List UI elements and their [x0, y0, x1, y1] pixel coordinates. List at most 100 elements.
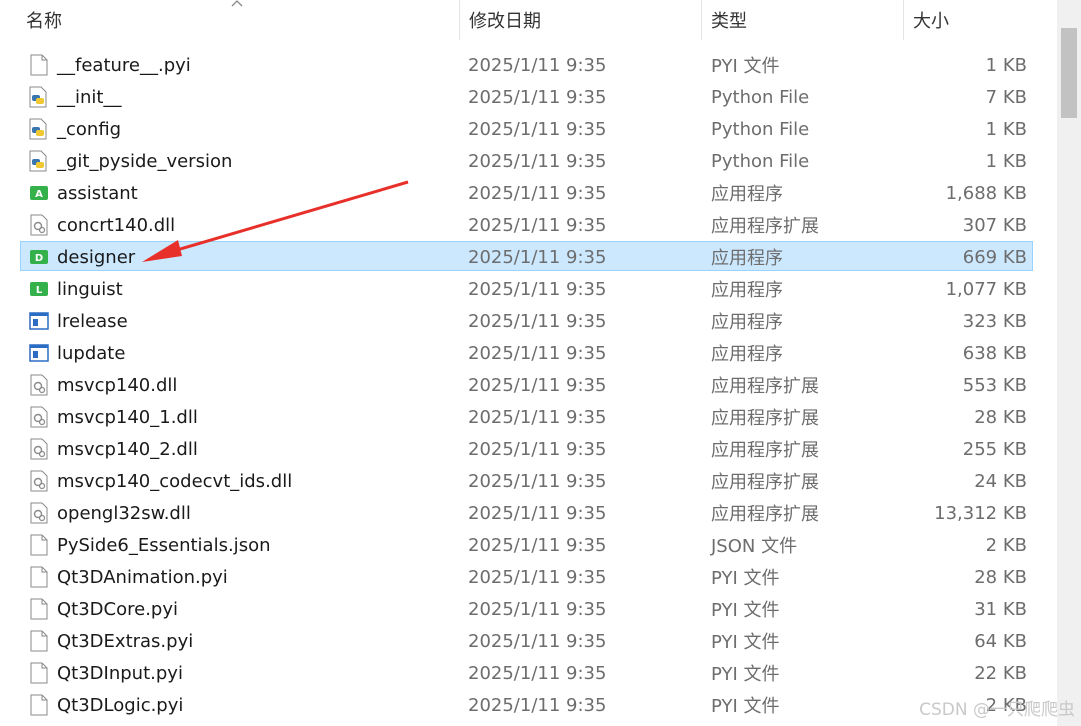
file-row[interactable]: Qt3DExtras.pyi 2025/1/11 9:35 PYI 文件 64 KB	[0, 625, 1040, 657]
python-icon	[28, 81, 50, 113]
file-date: 2025/1/11 9:35	[468, 470, 607, 492]
file-type: PYI 文件	[711, 568, 780, 589]
file-date: 2025/1/11 9:35	[468, 438, 607, 460]
file-name: Qt3DLogic.pyi	[57, 694, 184, 716]
file-size: 28 KB	[974, 406, 1027, 428]
file-type: 应用程序扩展	[711, 216, 819, 237]
file-type: PYI 文件	[711, 696, 780, 717]
header-type[interactable]: 类型	[711, 0, 747, 40]
doc-icon	[28, 625, 50, 657]
file-row[interactable]: msvcp140_2.dll 2025/1/11 9:35 应用程序扩展 255 KB	[0, 433, 1040, 465]
file-type: 应用程序	[711, 248, 783, 269]
file-size: 64 KB	[974, 630, 1027, 652]
svg-text:D: D	[35, 253, 43, 264]
file-type: PYI 文件	[711, 56, 780, 77]
file-name: __init__	[57, 86, 122, 108]
scrollbar-thumb[interactable]	[1061, 28, 1077, 118]
file-row[interactable]: lrelease 2025/1/11 9:35 应用程序 323 KB	[0, 305, 1040, 337]
file-row[interactable]: Qt3DLogic.pyi 2025/1/11 9:35 PYI 文件 2 KB	[0, 689, 1040, 721]
file-type: 应用程序	[711, 312, 783, 333]
file-row[interactable]: _config 2025/1/11 9:35 Python File 1 KB	[0, 113, 1040, 145]
file-size: 307 KB	[962, 214, 1027, 236]
header-size[interactable]: 大小	[913, 0, 949, 40]
file-row[interactable]: opengl32sw.dll 2025/1/11 9:35 应用程序扩展 13,312…	[0, 497, 1040, 529]
file-date: 2025/1/11 9:35	[468, 150, 607, 172]
file-date: 2025/1/11 9:35	[468, 662, 607, 684]
header-type-label: 类型	[711, 11, 747, 32]
exe-window-icon	[28, 305, 50, 337]
file-name: Qt3DExtras.pyi	[57, 630, 194, 652]
app-green-icon: A	[28, 177, 50, 209]
app-green-icon: L	[28, 273, 50, 305]
file-size: 7 KB	[985, 86, 1027, 108]
file-date: 2025/1/11 9:35	[468, 86, 607, 108]
svg-text:A: A	[35, 189, 43, 200]
file-type: 应用程序	[711, 344, 783, 365]
file-type: 应用程序扩展	[711, 440, 819, 461]
vertical-scrollbar[interactable]	[1057, 0, 1081, 726]
file-name: assistant	[57, 182, 138, 204]
file-name: PySide6_Essentials.json	[57, 534, 271, 556]
file-row[interactable]: _git_pyside_version 2025/1/11 9:35 Python …	[0, 145, 1040, 177]
file-size: 1,077 KB	[945, 278, 1027, 300]
file-type: JSON 文件	[711, 536, 798, 557]
file-row[interactable]: __init__ 2025/1/11 9:35 Python File 7 KB	[0, 81, 1040, 113]
file-type: 应用程序	[711, 184, 783, 205]
svg-text:L: L	[36, 285, 43, 296]
column-divider[interactable]	[903, 0, 904, 40]
python-icon	[28, 113, 50, 145]
exe-window-icon	[28, 337, 50, 369]
file-name: lrelease	[57, 310, 128, 332]
file-name: _git_pyside_version	[57, 150, 233, 172]
file-row[interactable]: Qt3DAnimation.pyi 2025/1/11 9:35 PYI 文件 28 …	[0, 561, 1040, 593]
column-divider[interactable]	[459, 0, 460, 40]
file-date: 2025/1/11 9:35	[468, 310, 607, 332]
file-date: 2025/1/11 9:35	[468, 598, 607, 620]
file-row[interactable]: __feature__.pyi 2025/1/11 9:35 PYI 文件 1 KB	[0, 49, 1040, 81]
watermark: CSDN @一只爬爬虫	[919, 700, 1075, 720]
file-size: 24 KB	[974, 470, 1027, 492]
file-type: 应用程序扩展	[711, 504, 819, 525]
file-name: msvcp140_codecvt_ids.dll	[57, 470, 293, 492]
file-name: lupdate	[57, 342, 126, 364]
header-date[interactable]: 修改日期	[469, 0, 541, 40]
file-date: 2025/1/11 9:35	[468, 374, 607, 396]
doc-icon	[28, 49, 50, 81]
file-row[interactable]: msvcp140_1.dll 2025/1/11 9:35 应用程序扩展 28 KB	[0, 401, 1040, 433]
file-row[interactable]: Llinguist 2025/1/11 9:35 应用程序 1,077 KB	[0, 273, 1040, 305]
file-row[interactable]: Qt3DCore.pyi 2025/1/11 9:35 PYI 文件 31 KB	[0, 593, 1040, 625]
file-name: concrt140.dll	[57, 214, 176, 236]
doc-icon	[28, 561, 50, 593]
header-name[interactable]: 名称	[26, 0, 62, 40]
file-name: msvcp140_1.dll	[57, 406, 198, 428]
file-type: Python File	[711, 86, 810, 108]
file-name: Qt3DCore.pyi	[57, 598, 178, 620]
file-name: designer	[57, 246, 136, 268]
file-name: msvcp140_2.dll	[57, 438, 198, 460]
file-size: 1 KB	[985, 118, 1027, 140]
file-type: Python File	[711, 150, 810, 172]
file-size: 28 KB	[974, 566, 1027, 588]
file-type: 应用程序	[711, 280, 783, 301]
file-row[interactable]: Ddesigner 2025/1/11 9:35 应用程序 669 KB	[0, 241, 1040, 273]
file-name: linguist	[57, 278, 123, 300]
column-divider[interactable]	[701, 0, 702, 40]
file-row[interactable]: msvcp140.dll 2025/1/11 9:35 应用程序扩展 553 KB	[0, 369, 1040, 401]
file-row[interactable]: PySide6_Essentials.json 2025/1/11 9:35 JSO…	[0, 529, 1040, 561]
file-type: 应用程序扩展	[711, 408, 819, 429]
file-date: 2025/1/11 9:35	[468, 342, 607, 364]
file-name: _config	[57, 118, 122, 140]
file-row[interactable]: concrt140.dll 2025/1/11 9:35 应用程序扩展 307 KB	[0, 209, 1040, 241]
dll-icon	[28, 369, 50, 401]
file-date: 2025/1/11 9:35	[468, 246, 607, 268]
header-date-label: 修改日期	[469, 11, 541, 32]
file-row[interactable]: Qt3DInput.pyi 2025/1/11 9:35 PYI 文件 22 KB	[0, 657, 1040, 689]
file-row[interactable]: Aassistant 2025/1/11 9:35 应用程序 1,688 KB	[0, 177, 1040, 209]
dll-icon	[28, 209, 50, 241]
file-row[interactable]: msvcp140_codecvt_ids.dll 2025/1/11 9:35 应用…	[0, 465, 1040, 497]
file-size: 13,312 KB	[934, 502, 1027, 524]
file-row[interactable]: lupdate 2025/1/11 9:35 应用程序 638 KB	[0, 337, 1040, 369]
file-date: 2025/1/11 9:35	[468, 118, 607, 140]
file-size: 1 KB	[985, 54, 1027, 76]
file-date: 2025/1/11 9:35	[468, 182, 607, 204]
